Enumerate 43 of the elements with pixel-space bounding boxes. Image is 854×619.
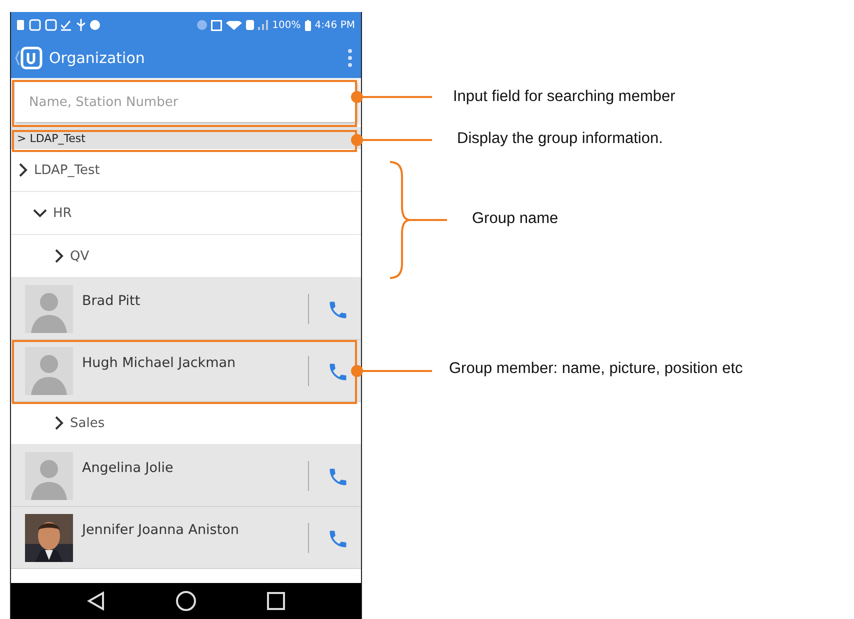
member-name: Angelina Jolie <box>82 460 174 476</box>
battery-icon <box>304 20 311 30</box>
battery-percent: 100% <box>272 20 301 30</box>
recents-icon[interactable] <box>265 590 287 612</box>
app-title: Organization <box>49 49 146 67</box>
member-row[interactable]: Brad Pitt <box>11 278 361 340</box>
callout-label: Input field for searching member <box>453 88 676 106</box>
wifi-icon <box>226 20 242 30</box>
callout-label: Group member: name, picture, position etc <box>449 360 743 378</box>
search-field[interactable]: Name, Station Number <box>15 82 357 122</box>
app-logo-icon[interactable] <box>15 45 43 71</box>
chevron-right-icon <box>55 416 64 430</box>
group-name: Sales <box>70 416 105 430</box>
notification-dot-icon <box>90 20 100 30</box>
callout-label: Display the group information. <box>457 130 663 148</box>
signal-icon <box>258 20 268 30</box>
group-name: HR <box>53 206 72 220</box>
back-icon[interactable] <box>85 590 107 612</box>
clock: 4:46 PM <box>314 20 355 30</box>
chevron-right-icon <box>19 163 28 177</box>
member-row[interactable]: Angelina Jolie <box>11 445 361 507</box>
member-name: Jennifer Joanna Aniston <box>82 522 240 538</box>
app-notification-icon <box>45 19 57 31</box>
home-icon[interactable] <box>175 590 197 612</box>
app-notification-icon <box>29 19 41 31</box>
member-row[interactable]: Jennifer Joanna Aniston <box>11 507 361 569</box>
usb-icon <box>76 19 86 31</box>
sim-icon <box>246 20 254 30</box>
group-name: LDAP_Test <box>34 162 100 178</box>
member-name: Hugh Michael Jackman <box>82 355 237 371</box>
member-name: Brad Pitt <box>82 293 142 309</box>
chevron-right-icon <box>55 249 64 263</box>
phone-icon[interactable] <box>327 299 349 321</box>
menu-icon[interactable] <box>347 48 353 68</box>
download-done-icon <box>61 19 72 31</box>
chevron-down-icon <box>33 208 47 218</box>
sim-icon <box>17 19 25 31</box>
member-row[interactable]: Hugh Michael Jackman <box>11 340 361 402</box>
callout-label: Group name <box>472 210 558 228</box>
phone-icon[interactable] <box>327 361 349 383</box>
phone-icon[interactable] <box>327 528 349 550</box>
phone-icon[interactable] <box>327 466 349 488</box>
group-name: QV <box>70 248 90 264</box>
